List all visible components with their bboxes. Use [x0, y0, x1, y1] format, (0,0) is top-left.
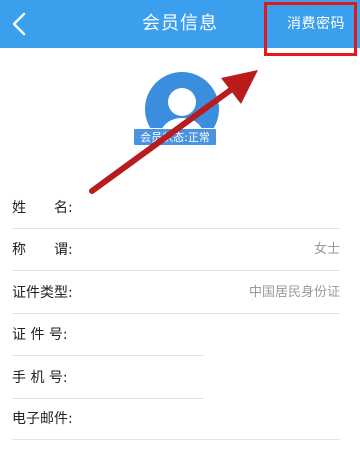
form-row-id-type[interactable]: 证件类型: 中国居民身份证	[12, 272, 340, 314]
id-number-label: 证 件 号:	[12, 327, 68, 343]
id-type-label: 证件类型:	[12, 285, 73, 301]
email-label: 电子邮件:	[12, 411, 73, 427]
form-row-title[interactable]: 称 谓: 女士	[12, 229, 340, 271]
form-row-email[interactable]: 电子邮件:	[12, 398, 340, 440]
form-row-id-number[interactable]: 证 件 号:	[12, 314, 204, 356]
member-status-badge: 会员状态:正常	[133, 128, 217, 146]
top-navigation-bar: 会员信息 消费密码	[0, 0, 360, 48]
title-value: 女士	[313, 242, 340, 257]
form-row-name[interactable]: 姓 名:	[12, 187, 340, 229]
name-label: 姓 名:	[12, 200, 73, 216]
phone-label: 手 机 号:	[12, 370, 68, 386]
id-type-value: 中国居民身份证	[248, 285, 340, 300]
title-label: 称 谓:	[12, 242, 73, 258]
consumption-password-button[interactable]: 消费密码	[287, 0, 345, 48]
form-row-phone[interactable]: 手 机 号:	[12, 357, 204, 399]
